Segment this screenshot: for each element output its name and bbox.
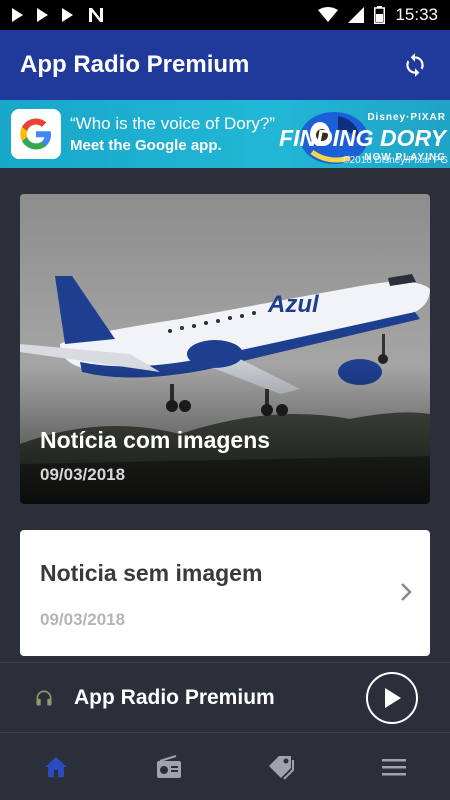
radio-player-bar: App Radio Premium	[0, 662, 450, 732]
app-bar: App Radio Premium	[0, 30, 450, 100]
news-date: 09/03/2018	[40, 465, 126, 484]
radio-icon	[156, 754, 181, 778]
play-button[interactable]	[366, 672, 418, 724]
nav-home[interactable]	[0, 733, 113, 800]
nav-menu[interactable]	[338, 733, 450, 800]
wifi-icon	[318, 7, 339, 22]
news-card-text[interactable]: Noticia sem imagem 09/03/2018	[20, 530, 430, 656]
tag-icon	[269, 755, 295, 780]
status-bar: 15:33	[0, 0, 450, 30]
nav-radio[interactable]	[113, 733, 226, 800]
bottom-navigation	[0, 732, 450, 800]
ad-banner[interactable]: “Who is the voice of Dory?” Meet the Goo…	[0, 100, 450, 168]
play-icon	[62, 8, 73, 22]
ad-footer: ©2016 Disney/Pixar PG	[342, 155, 448, 166]
menu-icon	[381, 758, 406, 775]
chevron-right-icon	[401, 583, 412, 601]
n-notification-icon	[89, 8, 103, 22]
refresh-icon	[406, 53, 424, 77]
home-icon	[45, 756, 68, 777]
ad-copy: “Who is the voice of Dory?” Meet the Goo…	[70, 114, 275, 154]
news-title: Noticia sem imagem	[40, 560, 263, 586]
status-notifications	[12, 7, 105, 23]
news-title: Notícia com imagens	[40, 427, 271, 453]
play-icon	[37, 8, 48, 22]
app-title: App Radio Premium	[20, 51, 250, 78]
news-card-image[interactable]: Azul Notícia com imagens 09/03/2018	[20, 194, 430, 504]
battery-icon	[374, 6, 386, 24]
nav-tags[interactable]	[225, 733, 338, 800]
play-icon	[12, 8, 23, 22]
refresh-button[interactable]	[400, 50, 430, 80]
ad-subtitle: Meet the Google app.	[70, 137, 222, 154]
signal-icon	[348, 7, 365, 23]
status-time: 15:33	[395, 5, 438, 24]
status-system: 15:33	[318, 5, 438, 25]
svg-text:Azul: Azul	[267, 291, 320, 318]
ad-question: “Who is the voice of Dory?”	[70, 114, 276, 133]
news-date: 09/03/2018	[40, 610, 126, 629]
player-station-name: App Radio Premium	[74, 685, 275, 709]
news-feed: Azul Notícia com imagens 09/03/2018 Noti…	[0, 168, 450, 662]
play-icon	[385, 688, 401, 708]
google-logo	[11, 109, 61, 159]
headphones-icon	[36, 690, 52, 705]
